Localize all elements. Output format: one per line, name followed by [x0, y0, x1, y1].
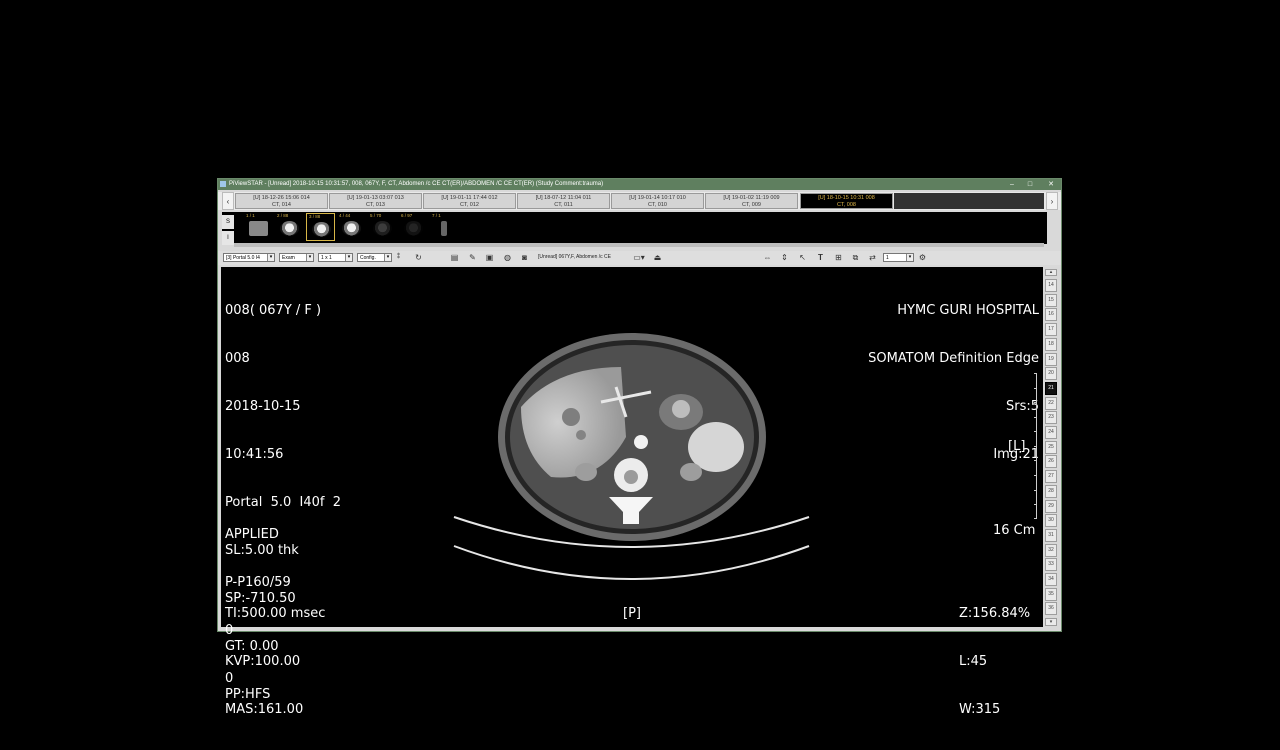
slice-item[interactable]: 25 — [1045, 440, 1057, 454]
slice-scroll-up-button[interactable]: ▴ — [1045, 269, 1057, 276]
study-tab[interactable]: [U] 19-01-02 11:19 009 CT, 009 — [705, 193, 798, 209]
toolbar: [3] Portal 5.0 I4 ▾ Exam ▾ 1 x 1 ▾ Config. ▾… — [218, 251, 1061, 265]
slice-item[interactable]: 26 — [1045, 455, 1057, 469]
pointer-icon[interactable]: ↖ — [798, 253, 807, 262]
slice-item[interactable]: 16 — [1045, 308, 1057, 322]
thumbnail-image — [312, 222, 331, 237]
thumb-side-s[interactable]: S — [222, 215, 234, 229]
thumbnail-scrollbar[interactable] — [234, 243, 1044, 247]
series-thumbnail[interactable]: 7 / 1 — [430, 213, 459, 241]
study-tab[interactable]: [U] 18-12-26 15:06 014 CT, 014 — [235, 193, 328, 209]
thumbnail-image — [404, 221, 423, 236]
slice-item[interactable]: 27 — [1045, 470, 1057, 484]
title-bar: PiViewSTAR - [Unread] 2018-10-15 10:31:5… — [218, 179, 1061, 190]
thumbnail-image — [342, 221, 361, 236]
series-thumbnail[interactable]: 4 / 44 — [337, 213, 366, 241]
report-icon[interactable]: ▤ — [450, 253, 459, 262]
chevron-down-icon: ▾ — [267, 254, 274, 261]
viewer-window: PiViewSTAR - [Unread] 2018-10-15 10:31:5… — [217, 178, 1062, 717]
slice-item[interactable]: 32 — [1045, 543, 1057, 557]
swap-icon[interactable]: ⇄ — [868, 253, 877, 262]
slice-item-current[interactable]: 21 — [1045, 381, 1057, 395]
tab-bar-empty-area — [894, 193, 1044, 209]
slice-item[interactable]: 17 — [1045, 323, 1057, 337]
thumb-side-i[interactable]: I — [222, 231, 234, 245]
study-tab[interactable]: [U] 19-01-11 17:44 012 CT, 012 — [423, 193, 516, 209]
save-icon[interactable]: ▣ — [485, 253, 494, 262]
globe-icon[interactable]: ◍ — [503, 253, 512, 262]
compare-icon[interactable]: ⧉ — [851, 253, 860, 262]
series-thumbnail[interactable]: 1 / 1 — [244, 213, 273, 241]
series-thumbnail[interactable]: 5 / 70 — [368, 213, 397, 241]
study-tab-active[interactable]: [U] 18-10-15 10:31 008 CT, 008 — [800, 193, 893, 209]
chevron-down-icon: ▾ — [306, 254, 313, 261]
study-tab[interactable]: [U] 19-01-13 03:07 013 CT, 013 — [329, 193, 422, 209]
zoom-select[interactable]: 1 ▾ — [883, 253, 914, 262]
slice-item[interactable]: 31 — [1045, 528, 1057, 542]
capture-menu-icon[interactable]: ▭▾ — [632, 253, 646, 262]
grid-icon[interactable]: ⊞ — [834, 253, 843, 262]
thumbnail-image — [249, 221, 268, 236]
chevron-down-icon: ▾ — [384, 254, 391, 261]
thumbnail-image — [441, 221, 447, 236]
camera-icon[interactable]: ◙ — [520, 253, 529, 262]
flip-vertical-icon[interactable]: ⇕ — [780, 253, 789, 262]
study-tab-bar: ‹ [U] 18-12-26 15:06 014 CT, 014 [U] 19-0… — [218, 192, 1061, 210]
app-icon — [220, 181, 226, 187]
slice-item[interactable]: 18 — [1045, 337, 1057, 351]
series-thumbnail-strip: S I 1 / 1 2 / 88 3 / 88 4 / 44 5 / 70 6 … — [222, 212, 1047, 245]
hospital-info-overlay: HYMC GURI HOSPITAL SOMATOM Definition Ed… — [868, 303, 1039, 462]
window-level-overlay: Z:156.84% L:45 W:315 — [959, 606, 1031, 717]
series-select[interactable]: [3] Portal 5.0 I4 ▾ — [223, 253, 275, 262]
slice-item[interactable]: 30 — [1045, 514, 1057, 528]
slice-item[interactable]: 20 — [1045, 367, 1057, 381]
slice-item[interactable]: 28 — [1045, 484, 1057, 498]
slice-item[interactable]: 36 — [1045, 602, 1057, 616]
acquisition-info-overlay: TI:500.00 msec KVP:100.00 MAS:161.00 — [225, 606, 326, 717]
tab-scroll-left-button[interactable]: ‹ — [222, 192, 234, 210]
tab-scroll-right-button[interactable]: › — [1046, 192, 1058, 210]
slice-navigator[interactable]: ▴ 14 15 16 17 18 19 20 21 22 23 24 25 26 27 28 29 30 31 32… — [1044, 267, 1060, 630]
settings-icon[interactable]: ⚙ — [918, 253, 927, 262]
slice-scroll-down-button[interactable]: ▾ — [1045, 618, 1057, 626]
layout-select[interactable]: 1 x 1 ▾ — [318, 253, 353, 262]
toolbar-patient-info: [Unread] 067Y,F, Abdomen /c CE — [538, 254, 612, 260]
orientation-bottom-label: [P] — [623, 606, 641, 621]
exam-select[interactable]: Exam ▾ — [279, 253, 314, 262]
flip-horizontal-icon[interactable]: ⇔ — [763, 253, 772, 262]
edit-icon[interactable]: ✎ — [468, 253, 477, 262]
slice-item[interactable]: 35 — [1045, 587, 1057, 601]
scale-ruler — [1034, 373, 1039, 519]
slice-item[interactable]: 34 — [1045, 573, 1057, 586]
chevron-down-icon: ▾ — [345, 254, 352, 261]
close-button[interactable]: ✕ — [1044, 179, 1058, 190]
slice-item[interactable]: 14 — [1045, 279, 1057, 292]
study-tab[interactable]: [U] 18-07-12 11:04 011 CT, 011 — [517, 193, 610, 209]
eject-icon[interactable]: ⏏ — [653, 253, 662, 262]
slice-item[interactable]: 15 — [1045, 293, 1057, 307]
window-title: PiViewSTAR - [Unread] 2018-10-15 10:31:5… — [229, 181, 604, 187]
thumbnail-image — [373, 221, 392, 236]
config-option-icon[interactable]: ⁑ — [394, 253, 403, 262]
text-tool-icon[interactable]: T — [816, 253, 825, 262]
slice-item[interactable]: 23 — [1045, 411, 1057, 425]
slice-item[interactable]: 22 — [1045, 396, 1057, 410]
orientation-right-label: [L] — [1008, 439, 1026, 454]
slice-item[interactable]: 29 — [1045, 499, 1057, 513]
rotate-icon[interactable]: ↻ — [414, 253, 423, 262]
scale-label: 16 Cm — [993, 523, 1036, 538]
slice-item[interactable]: 24 — [1045, 426, 1057, 439]
image-viewport[interactable]: 008( 067Y / F ) 008 2018-10-15 10:41:56 … — [221, 267, 1043, 717]
minimize-button[interactable]: – — [1005, 179, 1019, 190]
config-select[interactable]: Config. ▾ — [357, 253, 392, 262]
series-thumbnail-selected[interactable]: 3 / 88 — [306, 213, 335, 241]
series-thumbnail[interactable]: 2 / 88 — [275, 213, 304, 241]
maximize-button[interactable]: □ — [1023, 179, 1037, 190]
thumbnail-image — [280, 221, 299, 236]
study-tab[interactable]: [U] 19-01-14 10:17 010 CT, 010 — [611, 193, 704, 209]
chevron-down-icon: ▾ — [906, 254, 913, 261]
slice-item[interactable]: 33 — [1045, 558, 1057, 572]
slice-item[interactable]: 19 — [1045, 352, 1057, 366]
series-thumbnail[interactable]: 6 / 97 — [399, 213, 428, 241]
